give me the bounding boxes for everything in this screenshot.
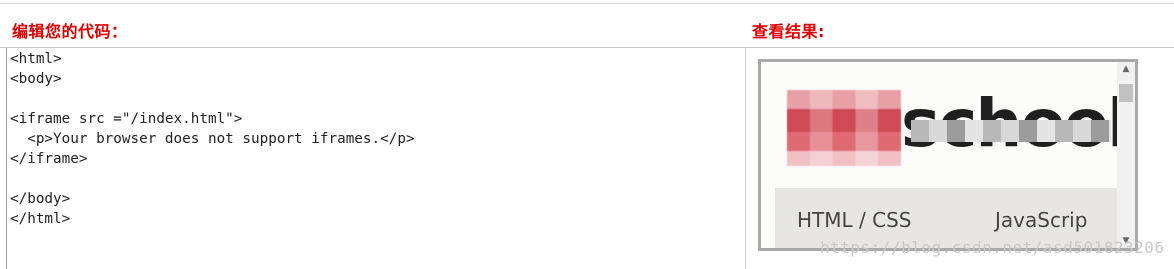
edit-code-heading: 编辑您的代码：	[12, 22, 128, 41]
nav-item-html-css[interactable]: HTML / CSS	[797, 208, 911, 232]
iframe-page: school HTML / CSS JavaScrip	[761, 62, 1117, 248]
scrollbar-thumb[interactable]	[1119, 84, 1133, 102]
top-divider	[0, 3, 1174, 4]
view-result-heading: 查看结果:	[752, 22, 825, 41]
iframe-scrollbar[interactable]: ▲ ▼	[1117, 62, 1135, 248]
triangle-up-icon[interactable]: ▲	[1117, 62, 1135, 76]
watermark-text: https://blog.csdn.net/asd501823206	[820, 238, 1165, 257]
result-iframe[interactable]: school HTML / CSS JavaScrip ▲ ▼	[758, 59, 1138, 251]
nav-item-javascript[interactable]: JavaScrip	[995, 208, 1087, 232]
logo-mosaic-overlay	[911, 120, 1111, 142]
code-textarea-content[interactable]: <html> <body> <iframe src ="/index.html"…	[10, 49, 415, 229]
blurred-logo-mark	[787, 90, 901, 166]
code-editor[interactable]: <html> <body> <iframe src ="/index.html"…	[6, 48, 746, 269]
